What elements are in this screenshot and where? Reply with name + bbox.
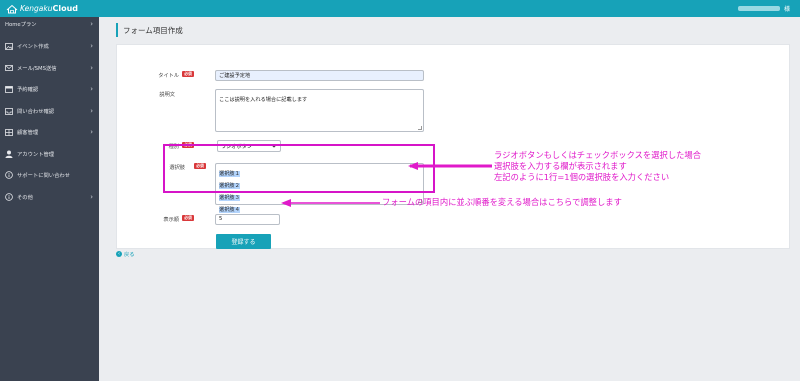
- choices-note-line-1: ラジオボタンもしくはチェックボックスを選択した場合: [494, 150, 702, 160]
- choices-note-line-3: 左記のように1行=1個の選択肢を入力ください: [494, 172, 670, 182]
- choices-note-line-2: 選択肢を入力する欄が表示されます: [494, 161, 627, 171]
- choices-note: ラジオボタンもしくはチェックボックスを選択した場合 選択肢を入力する欄が表示され…: [494, 150, 701, 183]
- annotation-arrows: [281, 162, 492, 207]
- order-note: フォームの項目内に並ぶ順番を変える場合はこちらで調整します: [382, 197, 622, 207]
